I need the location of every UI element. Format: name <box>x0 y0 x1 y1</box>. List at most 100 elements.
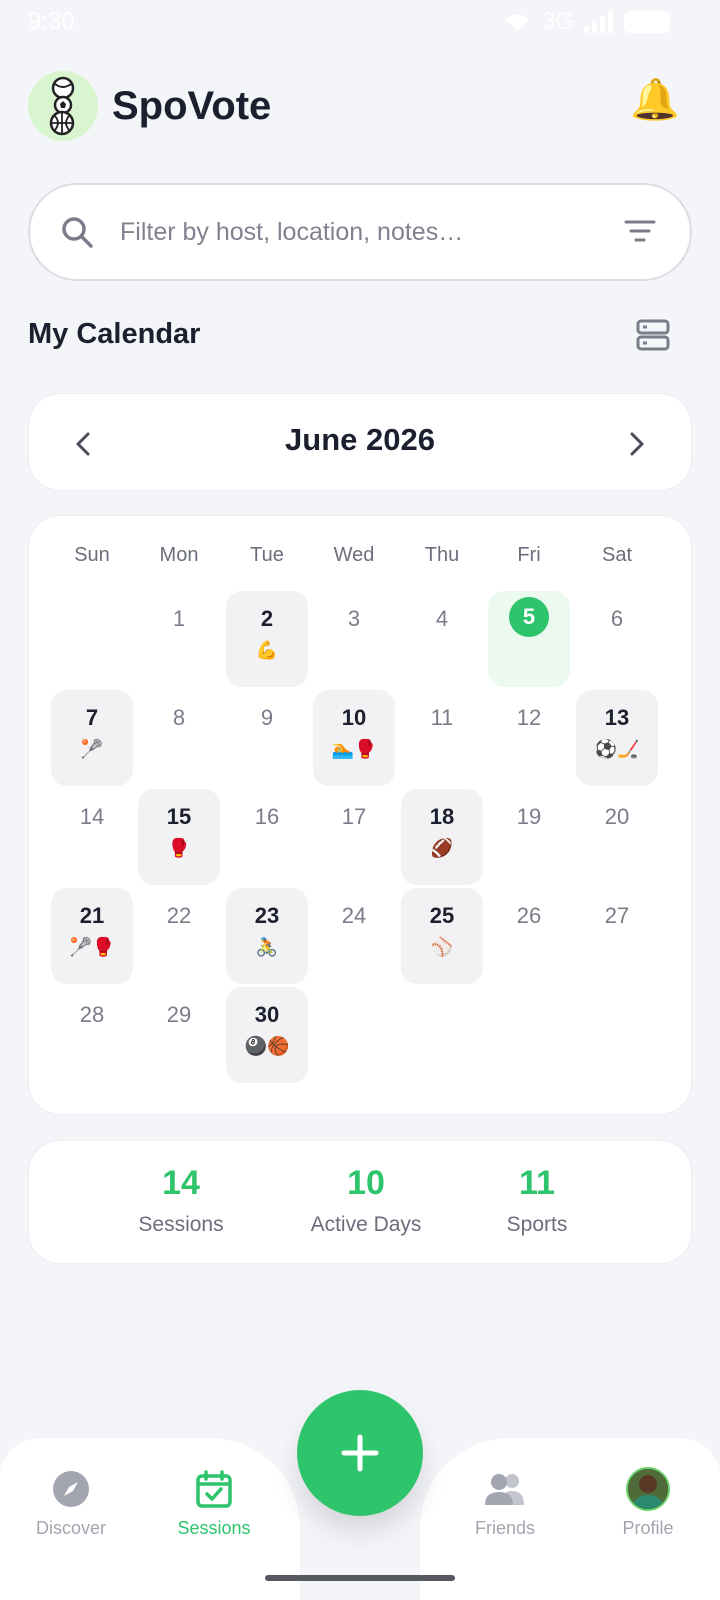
calendar-day-18[interactable]: 18 🏈 <box>401 789 483 885</box>
weekday-label: Sun <box>74 544 110 566</box>
day-number: 13 <box>604 705 630 730</box>
chevron-right-icon <box>630 432 644 456</box>
calendar-day-23[interactable]: 23 🚴 <box>226 888 308 984</box>
stat-label: Sports <box>506 1213 568 1236</box>
nav-item-profile[interactable]: Profile <box>588 1467 708 1539</box>
day-number: 23 <box>254 903 280 928</box>
day-number: 7 <box>85 705 99 730</box>
calendar-day-29[interactable]: 29 <box>138 987 220 1083</box>
stats-card: 14 Sessions 10 Active Days 11 Sports <box>28 1140 692 1264</box>
session-sport-icons: 🥍🥊 <box>69 937 115 957</box>
app-title: SpoVote <box>112 83 272 128</box>
calendar-day-13[interactable]: 13 ⚽🏒 <box>576 690 658 786</box>
weekday-label: Tue <box>250 544 284 566</box>
day-number: 11 <box>430 705 454 730</box>
nav-label: Profile <box>622 1518 674 1538</box>
day-number: 26 <box>516 903 542 928</box>
search-bar[interactable] <box>28 183 692 281</box>
calendar-day-25[interactable]: 25 ⚾ <box>401 888 483 984</box>
calendar-day-27[interactable]: 27 <box>576 888 658 984</box>
calendar-day-1[interactable]: 1 <box>138 591 220 687</box>
weekday-label: Wed <box>333 544 375 566</box>
calendar-day-24[interactable]: 24 <box>313 888 395 984</box>
month-navigator: June 2026 <box>28 393 692 491</box>
calendar-day-21[interactable]: 21 🥍🥊 <box>51 888 133 984</box>
calendar-day-4[interactable]: 4 <box>401 591 483 687</box>
weekday-label: Thu <box>424 544 460 566</box>
compass-icon <box>53 1471 89 1507</box>
calendar-day-11[interactable]: 11 <box>401 690 483 786</box>
session-sport-icons: ⚽🏒 <box>594 739 640 759</box>
calendar-day-2[interactable]: 2 💪 <box>226 591 308 687</box>
calendar-day-6[interactable]: 6 <box>576 591 658 687</box>
calendar-day-20[interactable]: 20 <box>576 789 658 885</box>
day-number: 5 <box>509 597 549 637</box>
calendar-day-12[interactable]: 12 <box>488 690 570 786</box>
page-title: My Calendar <box>28 318 201 350</box>
day-number: 4 <box>435 606 449 631</box>
nav-item-discover[interactable]: Discover <box>11 1468 131 1539</box>
weekday-label: Mon <box>159 544 199 566</box>
search-input[interactable] <box>120 207 600 257</box>
day-number: 27 <box>604 903 630 928</box>
calendar-day-15[interactable]: 15 🥊 <box>138 789 220 885</box>
day-number: 10 <box>341 705 367 730</box>
session-sport-icons: 🚴 <box>255 937 279 957</box>
calendar-day-22[interactable]: 22 <box>138 888 220 984</box>
stat-sports: 11 Sports <box>447 1163 627 1237</box>
profile-photo <box>628 1469 668 1509</box>
session-sport-icons: 🏈 <box>430 838 454 858</box>
weekday-label: Sat <box>601 544 633 566</box>
session-sport-icons: 💪 <box>255 640 279 660</box>
session-sport-icons: 🥊 <box>167 838 191 858</box>
calendar-day-30[interactable]: 30 🎱🏀 <box>226 987 308 1083</box>
create-session-button[interactable] <box>297 1390 423 1516</box>
session-sport-icons: 🎱🏀 <box>244 1036 290 1056</box>
calendar-check-icon <box>196 1470 232 1508</box>
day-number: 16 <box>254 804 280 829</box>
stat-value: 10 <box>347 1164 385 1202</box>
day-number: 6 <box>610 606 624 631</box>
battery-icon <box>624 11 670 33</box>
calendar-day-5[interactable]: 5 <box>488 591 570 687</box>
day-number: 12 <box>516 705 542 730</box>
nav-item-sessions[interactable]: Sessions <box>154 1468 274 1539</box>
day-number: 18 <box>429 804 455 829</box>
status-bar: 9:30 3G <box>0 0 720 42</box>
nav-item-friends[interactable]: Friends <box>445 1468 565 1539</box>
wifi-icon <box>504 14 529 31</box>
day-number: 29 <box>166 1002 192 1027</box>
calendar-grid: Sun Mon Tue Wed Thu Fri Sat 1 2 💪 3 4 5 6 7 🥍 8 9 1… <box>28 515 692 1115</box>
stat-sessions: 14 Sessions <box>91 1163 271 1237</box>
signal-icon <box>584 11 613 33</box>
calendar-day-8[interactable]: 8 <box>138 690 220 786</box>
day-number: 21 <box>79 903 105 928</box>
nav-label: Discover <box>35 1518 106 1538</box>
calendar-day-14[interactable]: 14 <box>51 789 133 885</box>
month-label: June 2026 <box>285 422 435 457</box>
calendar-day-19[interactable]: 19 <box>488 789 570 885</box>
calendar-day-26[interactable]: 26 <box>488 888 570 984</box>
nav-label: Sessions <box>177 1518 251 1538</box>
app-logo <box>28 71 98 141</box>
next-month-button[interactable] <box>617 424 657 464</box>
bell-icon[interactable]: 🔔 <box>630 80 680 120</box>
calendar-day-3[interactable]: 3 <box>313 591 395 687</box>
stat-value: 14 <box>162 1164 200 1202</box>
day-number: 1 <box>172 606 186 631</box>
calendar-day-7[interactable]: 7 🥍 <box>51 690 133 786</box>
filter-icon[interactable] <box>624 219 656 245</box>
day-number: 20 <box>604 804 630 829</box>
calendar-day-28[interactable]: 28 <box>51 987 133 1083</box>
calendar-day-10[interactable]: 10 🏊🥊 <box>313 690 395 786</box>
stat-value: 11 <box>519 1164 555 1202</box>
day-number: 17 <box>341 804 367 829</box>
day-number: 15 <box>166 804 192 829</box>
calendar-day-16[interactable]: 16 <box>226 789 308 885</box>
calendar-day-9[interactable]: 9 <box>226 690 308 786</box>
plus-icon <box>341 1434 379 1472</box>
weekday-label: Fri <box>517 544 541 566</box>
calendar-day-17[interactable]: 17 <box>313 789 395 885</box>
list-view-toggle-icon[interactable] <box>636 318 670 352</box>
day-number: 30 <box>254 1002 280 1027</box>
